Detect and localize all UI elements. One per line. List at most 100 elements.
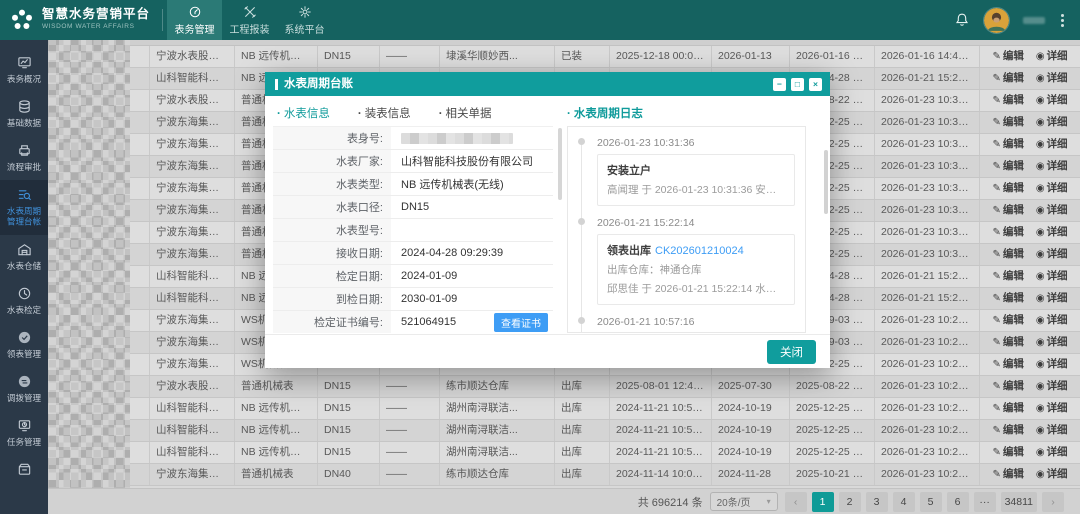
sidebar-item-icon9[interactable] (0, 455, 48, 484)
page-button-3[interactable]: 3 (866, 492, 888, 512)
log-card: 领表出库CK202601210024出库仓库：神通仓库邱思佳 于 2026-01… (597, 234, 795, 305)
detail-button[interactable]: ◉详细 (1036, 464, 1068, 485)
divider (162, 9, 163, 31)
edit-button[interactable]: ✎编辑 (992, 90, 1023, 111)
detail-button[interactable]: ◉详细 (1036, 442, 1068, 463)
detail-button[interactable]: ◉详细 (1036, 420, 1068, 441)
page-button-6[interactable]: 6 (947, 492, 969, 512)
dialog-scrollbar[interactable] (824, 150, 828, 214)
page-button-1[interactable]: 1 (812, 492, 834, 512)
detail-button[interactable]: ◉详细 (1036, 112, 1068, 133)
page-size-select[interactable]: 20条/页 ▾ (710, 492, 778, 511)
cell-vendor: 宁波东海集团有... (150, 354, 235, 375)
edit-button[interactable]: ✎编辑 (992, 266, 1023, 287)
sidebar-item-表务概况[interactable]: 表务概况 (0, 48, 48, 92)
log-document-link[interactable]: CK202601210024 (655, 245, 744, 257)
top-tab-工程报装[interactable]: 工程报装 (222, 0, 277, 40)
page-button-2[interactable]: 2 (839, 492, 861, 512)
edit-button[interactable]: ✎编辑 (992, 442, 1023, 463)
form-row: 水表厂家:山科智能科技股份有限公司 (273, 150, 553, 173)
page-button-4[interactable]: 4 (893, 492, 915, 512)
sidebar-item-领表管理[interactable]: 领表管理 (0, 323, 48, 367)
edit-button[interactable]: ✎编辑 (992, 178, 1023, 199)
detail-button[interactable]: ◉详细 (1036, 244, 1068, 265)
sidebar-item-水表周期[interactable]: 水表周期管理台帐 (0, 180, 48, 235)
log-title: 领表出库CK202601210024 (607, 242, 785, 258)
close-button[interactable]: 关闭 (767, 340, 816, 364)
detail-button[interactable]: ◉详细 (1036, 376, 1068, 397)
detail-icon: ◉ (1036, 288, 1045, 309)
prev-page-button[interactable]: ‹ (785, 492, 807, 512)
detail-button[interactable]: ◉详细 (1036, 398, 1068, 419)
edit-button[interactable]: ✎编辑 (992, 46, 1023, 67)
cell-date-3: 2025-08-22 11:00:03 (790, 376, 875, 397)
detail-button[interactable]: ◉详细 (1036, 288, 1068, 309)
sidebar-item-调拨管理[interactable]: 调拨管理 (0, 367, 48, 411)
edit-button[interactable]: ✎编辑 (992, 112, 1023, 133)
edit-button[interactable]: ✎编辑 (992, 310, 1023, 331)
detail-button[interactable]: ◉详细 (1036, 222, 1068, 243)
top-tab-系统平台[interactable]: 系统平台 (277, 0, 332, 40)
edit-button[interactable]: ✎编辑 (992, 68, 1023, 89)
edit-button[interactable]: ✎编辑 (992, 288, 1023, 309)
restore-icon[interactable]: □ (791, 78, 804, 91)
page-button-5[interactable]: 5 (920, 492, 942, 512)
circle-transfer-icon (17, 374, 32, 389)
edit-button[interactable]: ✎编辑 (992, 376, 1023, 397)
archive-icon (17, 462, 32, 477)
detail-button[interactable]: ◉详细 (1036, 134, 1068, 155)
edit-button[interactable]: ✎编辑 (992, 200, 1023, 221)
more-menu-icon[interactable] (1059, 12, 1066, 29)
edit-button[interactable]: ✎编辑 (992, 244, 1023, 265)
edit-button[interactable]: ✎编辑 (992, 222, 1023, 243)
edit-label: 编辑 (1003, 332, 1024, 353)
detail-button[interactable]: ◉详细 (1036, 332, 1068, 353)
sidebar-item-任务管理[interactable]: 任务管理 (0, 411, 48, 455)
page-button-34811[interactable]: 34811 (1001, 492, 1037, 512)
form-scrollbar[interactable] (558, 128, 562, 200)
detail-button[interactable]: ◉详细 (1036, 354, 1068, 375)
detail-icon: ◉ (1036, 310, 1045, 331)
log-entry: 2026-01-21 10:57:16领表申请LB202601210012邱思佳… (597, 316, 795, 333)
detail-button[interactable]: ◉详细 (1036, 310, 1068, 331)
page-ellipsis[interactable]: ··· (974, 492, 996, 512)
notifications-bell-icon[interactable] (954, 12, 970, 28)
edit-button[interactable]: ✎编辑 (992, 398, 1023, 419)
close-icon[interactable]: × (809, 78, 822, 91)
cell-date-4: 2026-01-23 10:31:10 (875, 178, 980, 199)
sidebar-item-水表检定[interactable]: 水表检定 (0, 279, 48, 323)
edit-label: 编辑 (1003, 90, 1024, 111)
user-avatar[interactable] (984, 8, 1009, 33)
edit-button[interactable]: ✎编辑 (992, 354, 1023, 375)
cell-vendor: 宁波东海集团有... (150, 332, 235, 353)
sidebar-item-水表仓储[interactable]: 水表仓储 (0, 235, 48, 279)
row-handle (130, 178, 150, 199)
edit-icon: ✎ (992, 244, 1000, 265)
database-icon (17, 99, 32, 114)
edit-button[interactable]: ✎编辑 (992, 156, 1023, 177)
gauge-clock-icon (17, 286, 32, 301)
log-time: 2026-01-23 10:31:36 (597, 137, 795, 149)
view-certificate-button[interactable]: 查看证书 (494, 313, 548, 332)
sidebar-item-流程审批[interactable]: 流程审批 (0, 136, 48, 180)
next-page-button[interactable]: › (1042, 492, 1064, 512)
edit-button[interactable]: ✎编辑 (992, 464, 1023, 485)
cell-date-3: 2025-12-25 00:00:00 (790, 398, 875, 419)
top-tab-表务管理[interactable]: 表务管理 (167, 0, 222, 40)
sidebar-item-基础数据[interactable]: 基础数据 (0, 92, 48, 136)
edit-button[interactable]: ✎编辑 (992, 420, 1023, 441)
cell-status: 已装 (555, 46, 610, 67)
detail-button[interactable]: ◉详细 (1036, 46, 1068, 67)
edit-button[interactable]: ✎编辑 (992, 332, 1023, 353)
form-value (391, 219, 553, 241)
detail-button[interactable]: ◉详细 (1036, 178, 1068, 199)
edit-button[interactable]: ✎编辑 (992, 134, 1023, 155)
detail-button[interactable]: ◉详细 (1036, 156, 1068, 177)
detail-button[interactable]: ◉详细 (1036, 68, 1068, 89)
detail-button[interactable]: ◉详细 (1036, 200, 1068, 221)
detail-button[interactable]: ◉详细 (1036, 266, 1068, 287)
edit-icon: ✎ (992, 68, 1000, 89)
cell-actions: ✎编辑 ◉详细 (980, 420, 1080, 441)
detail-button[interactable]: ◉详细 (1036, 90, 1068, 111)
minimize-icon[interactable]: − (773, 78, 786, 91)
